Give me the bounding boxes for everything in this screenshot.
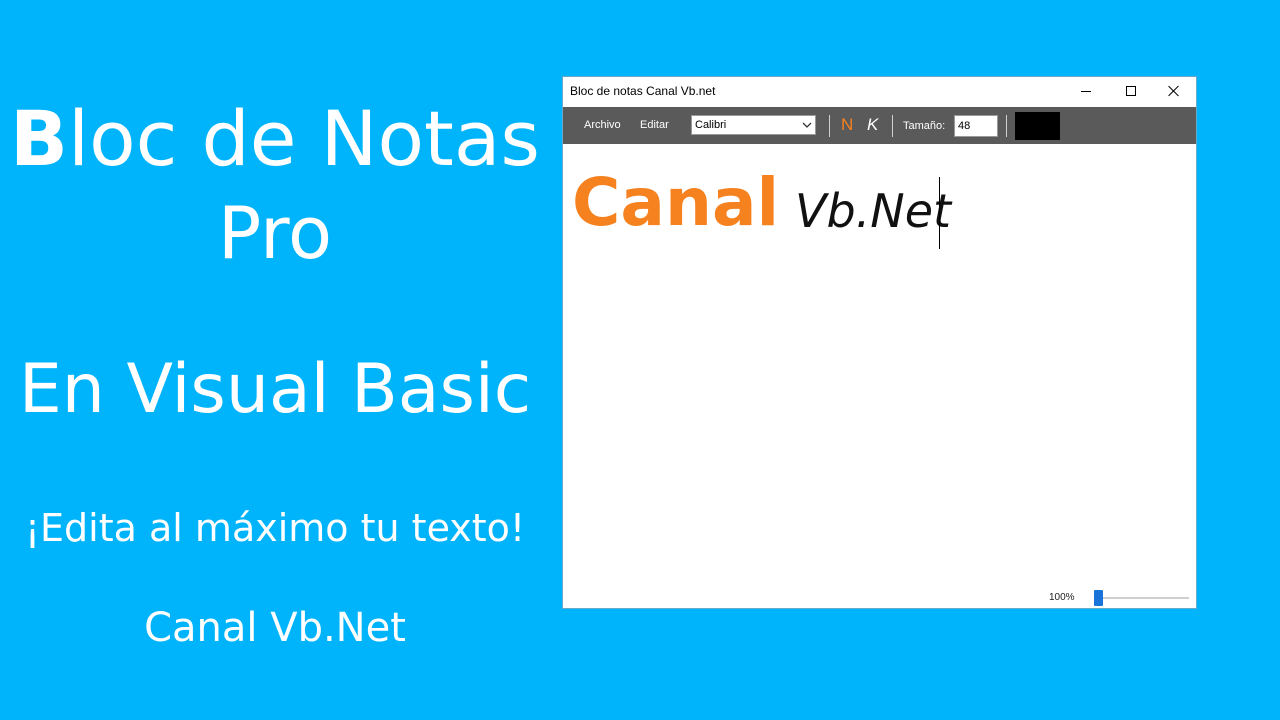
font-family-select[interactable]: Calibri [691, 115, 816, 135]
maximize-button[interactable] [1109, 77, 1153, 105]
promo-tagline: ¡Edita al máximo tu texto! [24, 506, 526, 550]
minimize-icon [1081, 90, 1091, 92]
color-picker-button[interactable] [1015, 112, 1060, 140]
toolbar-separator [892, 115, 893, 137]
chevron-down-icon [802, 122, 812, 128]
text-editor[interactable]: Canal Vb.Net [563, 144, 1196, 578]
notepad-window: Bloc de notas Canal Vb.net Archivo Edita… [563, 77, 1196, 608]
window-title: Bloc de notas Canal Vb.net [570, 84, 716, 98]
close-icon [1168, 85, 1180, 97]
status-bar: 100% [563, 578, 1196, 608]
menu-editar[interactable]: Editar [640, 119, 669, 131]
promo-title-line2: Pro [217, 191, 333, 275]
zoom-label: 100% [1049, 592, 1075, 603]
text-caret [939, 177, 940, 249]
promo-title-rest: loc de Notas [67, 94, 540, 183]
promo-title-initial: B [10, 94, 68, 183]
bold-button[interactable]: N [841, 115, 853, 135]
promo-panel: Bloc de Notas Pro En Visual Basic ¡Edita… [0, 0, 560, 720]
promo-title: Bloc de Notas [0, 96, 550, 182]
editor-text-italic: Vb.Net [795, 184, 952, 238]
minimize-button[interactable] [1064, 77, 1108, 105]
toolbar: Archivo Editar Calibri N K Tamaño: 48 [563, 107, 1196, 144]
editor-text-bold: Canal [572, 164, 780, 241]
close-button[interactable] [1152, 77, 1196, 105]
menu-archivo[interactable]: Archivo [584, 119, 621, 131]
font-family-value: Calibri [695, 119, 727, 131]
toolbar-separator [829, 115, 830, 137]
font-size-input[interactable]: 48 [954, 115, 998, 137]
zoom-slider-track[interactable] [1099, 597, 1189, 599]
maximize-icon [1126, 86, 1136, 96]
promo-channel: Canal Vb.Net [144, 605, 406, 651]
toolbar-separator [1006, 115, 1007, 137]
italic-button[interactable]: K [867, 115, 878, 135]
zoom-slider-thumb[interactable] [1094, 590, 1103, 606]
promo-subtitle: En Visual Basic [18, 350, 532, 429]
font-size-label: Tamaño: [903, 120, 946, 132]
window-titlebar[interactable]: Bloc de notas Canal Vb.net [563, 77, 1196, 105]
